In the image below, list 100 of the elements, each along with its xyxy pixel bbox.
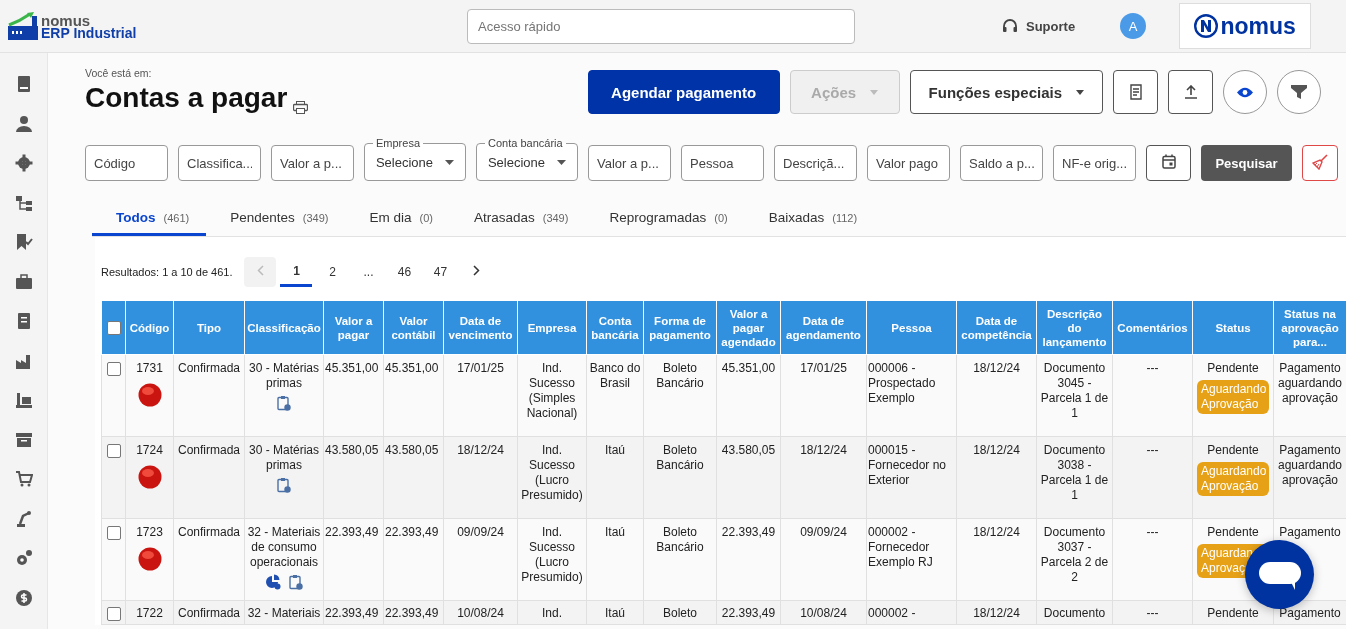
hierarchy-icon[interactable] <box>14 193 33 212</box>
table-cell: 09/09/24 <box>800 525 847 539</box>
table-cell: --- <box>1146 606 1159 620</box>
select-field[interactable]: Conta bancária Selecione <box>476 137 578 181</box>
upload-button[interactable] <box>1168 70 1213 114</box>
table-cell: 18/12/24 <box>973 361 1020 375</box>
filter-field[interactable]: Código <box>85 145 168 181</box>
approval-badge: Aguardando Aprovação <box>1197 380 1269 414</box>
column-header[interactable]: Valor contábil <box>383 300 444 355</box>
filter-field[interactable]: NF-e orig... <box>1053 145 1136 181</box>
search-button[interactable]: Pesquisar <box>1201 145 1292 181</box>
table-cell: Banco do Brasil <box>589 361 641 390</box>
status-tab[interactable]: Pendentes (349) <box>206 203 346 236</box>
table-cell: Documento 3037 - Parcela 2 de 2 <box>1040 525 1109 584</box>
filter-field[interactable]: Classifica... <box>178 145 261 181</box>
select-field[interactable]: Empresa Selecione <box>364 137 466 181</box>
caret-icon <box>870 89 879 95</box>
brand-name: nomus <box>41 14 91 27</box>
filter-button[interactable] <box>1277 70 1321 114</box>
column-header[interactable]: Valor a pagar agendado <box>716 300 781 355</box>
column-header[interactable]: Data de vencimento <box>443 300 518 355</box>
table-cell: Pendente <box>1207 525 1259 540</box>
table-cell: 10/08/24 <box>800 606 847 620</box>
table-cell: 18/12/24 <box>457 443 504 457</box>
column-header[interactable]: Data de agendamento <box>780 300 867 355</box>
row-checkbox[interactable] <box>106 443 121 458</box>
row-checkbox[interactable] <box>106 606 121 621</box>
view-button[interactable] <box>1223 70 1267 114</box>
approval-badge: Aguardando Aprovação <box>1197 462 1269 496</box>
column-header[interactable]: Tipo <box>173 300 245 355</box>
page-button[interactable]: 47 <box>424 257 457 287</box>
table-cell: Ind. <box>542 606 562 620</box>
column-header[interactable]: Data de competência <box>956 300 1037 355</box>
table-cell: Boleto Bancário <box>656 525 704 554</box>
clipboard-icon[interactable] <box>289 574 303 590</box>
table-cell: 000015 - Fornecedor no Exterior <box>868 443 947 487</box>
filter-field[interactable]: Saldo a p... <box>960 145 1043 181</box>
select-all-checkbox[interactable] <box>106 321 121 335</box>
page-button[interactable]: 1 <box>280 257 313 287</box>
column-header[interactable]: Valor a pagar <box>323 300 384 355</box>
status-tab[interactable]: Reprogramadas (0) <box>585 203 745 236</box>
quick-access-field[interactable]: Acesso rápido <box>467 8 855 44</box>
table-cell: --- <box>1146 443 1159 457</box>
column-header[interactable]: Código <box>125 300 174 355</box>
column-header[interactable]: Descrição do lançamento <box>1036 300 1113 355</box>
clipboard-icon[interactable] <box>277 395 291 411</box>
table-cell: Pendente <box>1207 361 1259 376</box>
column-header[interactable]: Forma de pagamento <box>643 300 717 355</box>
status-tab[interactable]: Atrasadas (349) <box>449 203 586 236</box>
row-checkbox[interactable] <box>106 361 121 376</box>
user-icon[interactable] <box>14 114 33 133</box>
page-title: Contas a pagar <box>85 82 288 114</box>
page-button[interactable]: ... <box>352 257 385 287</box>
dollar-icon[interactable] <box>14 588 33 607</box>
row-checkbox[interactable] <box>106 525 121 540</box>
table-cell: Confirmada <box>178 525 240 539</box>
table-cell: Pendente <box>1207 443 1259 458</box>
archive-icon[interactable] <box>14 430 33 449</box>
page-button[interactable]: 2 <box>316 257 349 287</box>
clear-filters-button[interactable] <box>1302 145 1338 181</box>
pallet-icon[interactable] <box>14 391 33 409</box>
column-header[interactable]: Status na aprovação para... <box>1273 300 1346 355</box>
status-tab[interactable]: Baixadas (112) <box>744 203 875 236</box>
table-cell: 17/01/25 <box>800 361 847 375</box>
column-header[interactable]: Conta bancária <box>586 300 644 355</box>
clipboard-icon[interactable] <box>277 477 291 493</box>
filter-field[interactable]: Descriçã... <box>774 145 857 181</box>
page-button[interactable]: 46 <box>388 257 421 287</box>
pie-chart-icon[interactable] <box>265 574 281 590</box>
table-cell: Ind. Sucesso (Simples Nacional) <box>526 361 578 420</box>
report-button[interactable] <box>1113 70 1158 114</box>
filter-field[interactable]: Valor a p... <box>588 145 671 181</box>
briefcase-icon[interactable] <box>14 272 33 291</box>
filter-field[interactable]: Valor a p... <box>271 145 354 181</box>
support-link[interactable]: Suporte <box>1024 18 1078 34</box>
table-cell: Documento <box>1043 606 1106 620</box>
filter-field[interactable]: Valor pago <box>867 145 950 181</box>
table-cell: Pagamento <box>1279 606 1341 620</box>
headset-icon[interactable] <box>1002 18 1018 34</box>
table-cell: 22.393,49 <box>385 606 439 620</box>
column-header[interactable]: Status <box>1192 300 1274 355</box>
filter-field[interactable]: Pessoa <box>681 145 764 181</box>
user-avatar[interactable]: A <box>1120 13 1147 39</box>
table-cell: 1722 <box>136 606 163 621</box>
print-icon[interactable] <box>293 101 309 114</box>
cart-icon[interactable] <box>14 470 33 488</box>
column-header[interactable]: Comentários <box>1112 300 1193 355</box>
calendar-button[interactable] <box>1146 145 1191 181</box>
column-header[interactable]: Empresa <box>517 300 587 355</box>
partner-logo-icon <box>1194 14 1219 38</box>
schedule-payment-button[interactable]: Agendar pagamento <box>587 70 780 114</box>
table-cell: 1723 <box>136 525 163 540</box>
status-tab[interactable]: Em dia (0) <box>345 203 450 236</box>
bookmark-icon[interactable] <box>14 233 33 251</box>
dropdown-button[interactable]: Funções especiais <box>909 70 1103 114</box>
column-header[interactable]: Pessoa <box>866 300 957 355</box>
table-cell: 22.393,49 <box>721 606 776 620</box>
column-header[interactable]: Classificação <box>244 300 324 355</box>
table-cell: Documento 3045 - Parcela 1 de 1 <box>1040 361 1109 420</box>
logo-icon <box>8 12 38 40</box>
